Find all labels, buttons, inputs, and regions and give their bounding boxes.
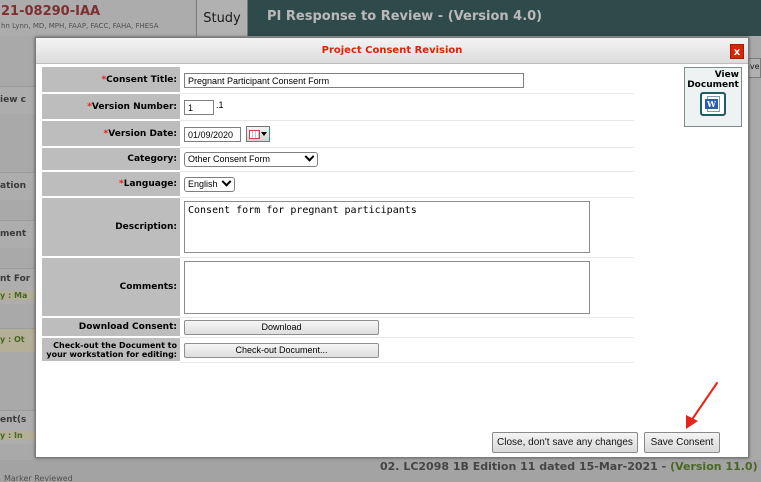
consent-revision-dialog: Project Consent Revision x * Consent Titl… [35,37,749,458]
close-button[interactable]: x [730,44,744,59]
checkout-cell: Check-out Document... [180,338,634,363]
category-select-value: Other Consent Form [188,154,271,164]
download-cell: Download [180,318,634,338]
version-date-input[interactable] [184,127,241,142]
row-category: Category: Other Consent Form [42,148,634,172]
version-date-cell [180,121,634,148]
row-comments: Comments: [42,258,634,318]
row-version-number: *Version Number: .1 [42,94,634,121]
download-consent-label: Download Consent: [42,318,180,338]
language-select-value: English [188,179,218,189]
row-version-date: * Version Date: [42,121,634,148]
category-label: Category: [42,148,180,172]
checkout-label-line2: your workstation for editing: [46,349,177,359]
dialog-title: Project Consent Revision [321,45,463,56]
calendar-picker-button[interactable] [246,126,270,142]
language-select[interactable]: English [184,176,235,192]
description-label: Description: [42,198,180,258]
row-language: * Language: English [42,172,634,198]
category-select[interactable]: Other Consent Form [184,151,318,167]
row-checkout: Check-out the Document to your workstati… [42,338,634,363]
version-number-input[interactable] [184,100,214,115]
description-textarea[interactable]: Consent form for pregnant participants [184,201,590,253]
checkout-label-line1: Check-out the Document to [53,340,177,350]
checkout-label: Check-out the Document to your workstati… [42,338,180,363]
calendar-icon [249,129,260,139]
save-consent-button[interactable]: Save Consent [644,432,720,453]
row-consent-title: * Consent Title: [42,67,634,94]
consent-title-label-text: Consent Title: [106,74,177,85]
close-without-saving-button[interactable]: Close, don't save any changes [492,432,638,453]
dropdown-arrow-icon [261,132,267,136]
comments-cell [180,258,634,318]
category-cell: Other Consent Form [180,148,634,172]
row-description: Description: Consent form for pregnant p… [42,198,634,258]
chevron-down-icon [221,176,232,187]
description-cell: Consent form for pregnant participants [180,198,634,258]
version-number-cell: .1 [180,94,634,121]
row-download: Download Consent: Download [42,318,634,338]
consent-title-cell [180,67,634,94]
version-number-label-text: Version Number: [91,101,177,112]
view-document-line2: Document [687,80,739,90]
version-date-label-text: Version Date: [108,128,177,139]
view-document-button[interactable]: View Document W [684,67,742,127]
checkout-document-button[interactable]: Check-out Document... [184,343,379,358]
consent-title-label: * Consent Title: [42,67,180,94]
word-w-glyph: W [705,99,718,109]
version-date-label: * Version Date: [42,121,180,148]
comments-textarea[interactable] [184,261,590,314]
language-cell: English [180,172,634,198]
language-label: * Language: [42,172,180,198]
chevron-down-icon [304,151,315,162]
comments-label: Comments: [42,258,180,318]
language-label-text: Language: [123,179,177,189]
download-button[interactable]: Download [184,320,379,335]
version-minor-text: .1 [216,100,224,110]
view-document-label: View Document [685,68,741,90]
dialog-header: Project Consent Revision [36,38,748,64]
consent-title-input[interactable] [184,73,524,88]
version-number-label: * Version Number: [42,94,180,121]
view-document-line1: View [714,70,739,80]
word-document-icon: W [700,92,726,116]
